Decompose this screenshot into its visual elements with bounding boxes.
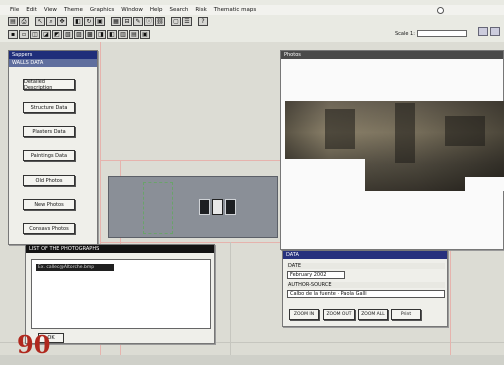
photo-marker-icon[interactable] [212, 199, 223, 215]
draw-tool-icon[interactable]: ✎ [133, 17, 143, 26]
photo-marker-icon[interactable] [199, 199, 210, 215]
layer5-icon[interactable]: ◩ [52, 30, 62, 39]
scale-label: Scale 1: [395, 30, 415, 37]
measure-tool-icon[interactable]: ⊟ [122, 17, 132, 26]
window-controls [478, 27, 500, 36]
list-tool-icon[interactable]: ☰ [182, 17, 192, 26]
save-icon[interactable]: ▤ [8, 17, 18, 26]
photos-titlebar[interactable]: Photos [281, 51, 503, 59]
layer1-icon[interactable]: ▪ [8, 30, 18, 39]
photo-listbox[interactable]: Ex. callec@Altorche.bmp [31, 259, 211, 329]
grid-tool-icon[interactable]: ▦ [111, 17, 121, 26]
pan-tool-icon[interactable]: ✥ [57, 17, 67, 26]
panel-title: Sappers [12, 52, 33, 58]
menu-view[interactable]: View [44, 7, 57, 13]
menu-risk[interactable]: Risk [195, 7, 206, 13]
pointer-tool-icon[interactable]: ↖ [35, 17, 45, 26]
detailed-description-button[interactable]: Detailed Description [23, 79, 75, 91]
zoom-out-button[interactable]: ZOOM OUT [323, 309, 355, 320]
page-number: 90 [17, 330, 51, 359]
print-icon[interactable]: ⎙ [19, 17, 29, 26]
mouse-pointer-icon [437, 7, 444, 14]
layer4-icon[interactable]: ◪ [41, 30, 51, 39]
secondary-toolbar: ▪ ▫ ◫ ◪ ◩ ▧ ▨ ▩ ◨ ◧ ▥ ▤ ▣ [8, 29, 150, 40]
data-title: DATA [286, 252, 299, 258]
date-label: DATE [287, 263, 445, 269]
new-photos-button[interactable]: New Photos [23, 199, 75, 210]
photo-list-window: LIST OF THE PHOTOGRAPHS Ex. callec@Altor… [25, 244, 215, 344]
list-title: LIST OF THE PHOTOGRAPHS [29, 246, 100, 252]
paintings-data-button[interactable]: Paintings Data [23, 150, 75, 161]
layer3-icon[interactable]: ◫ [30, 30, 40, 39]
zoom-in-button[interactable]: ZOOM IN [289, 309, 319, 320]
menu-edit[interactable]: Edit [26, 7, 37, 13]
link-tool-icon[interactable]: ⛓ [155, 17, 165, 26]
data-titlebar[interactable]: DATA [283, 251, 447, 259]
select-tool-icon[interactable]: ▣ [95, 17, 105, 26]
scale-input[interactable] [416, 30, 467, 37]
selected-room-outline[interactable] [143, 182, 173, 234]
building-plan[interactable] [108, 176, 278, 238]
plasters-data-button[interactable]: Plasters Data [23, 126, 75, 137]
photo-data-window: DATA DATE February 2002 AUTHOR-SOURCE Ca… [282, 250, 448, 327]
layer10-icon[interactable]: ◧ [107, 30, 117, 39]
author-field[interactable]: Calbo de la fuente · Paola Galli [287, 290, 445, 298]
menu-graphics[interactable]: Graphics [90, 7, 114, 13]
print-button[interactable]: Print [391, 309, 421, 320]
layer11-icon[interactable]: ▥ [118, 30, 128, 39]
layer7-icon[interactable]: ▨ [74, 30, 84, 39]
panel-titlebar[interactable]: Sappers [9, 51, 97, 59]
list-titlebar[interactable]: LIST OF THE PHOTOGRAPHS [26, 245, 214, 253]
main-toolbar: ▤ ⎙ ↖ ⌕ ✥ ◧ ↻ ▣ ▦ ⊟ ✎ ⓘ ⛓ ▢ ☰ ? [8, 16, 208, 27]
date-field[interactable]: February 2002 [287, 271, 345, 279]
rotate-tool-icon[interactable]: ↻ [84, 17, 94, 26]
menu-thematic-maps[interactable]: Thematic maps [214, 7, 257, 13]
layer13-icon[interactable]: ▣ [140, 30, 150, 39]
photo-marker-icon[interactable] [225, 199, 236, 215]
menu-window[interactable]: Window [121, 7, 143, 13]
walls-data-panel: Sappers WALLS DATA Detailed Description … [8, 50, 98, 245]
help-tool-icon[interactable]: ? [198, 17, 208, 26]
layer8-icon[interactable]: ▩ [85, 30, 95, 39]
layer9-icon[interactable]: ◨ [96, 30, 106, 39]
photos-window: Photos [280, 50, 504, 250]
info-tool-icon[interactable]: ⓘ [144, 17, 154, 26]
minimize-icon[interactable] [478, 27, 488, 36]
layer6-icon[interactable]: ▧ [63, 30, 73, 39]
layer2-icon[interactable]: ▫ [19, 30, 29, 39]
menu-theme[interactable]: Theme [64, 7, 83, 13]
structure-data-button[interactable]: Structure Data [23, 102, 75, 113]
list-item[interactable]: Ex. callec@Altorche.bmp [36, 264, 114, 271]
maximize-icon[interactable] [490, 27, 500, 36]
status-bar [0, 355, 504, 365]
zoom-all-button[interactable]: ZOOM ALL [358, 309, 388, 320]
scale-control: Scale 1: [395, 30, 467, 37]
wall-photo [285, 101, 504, 191]
old-photos-button[interactable]: Old Photos [23, 175, 75, 186]
window-tool-icon[interactable]: ▢ [171, 17, 181, 26]
layer12-icon[interactable]: ▤ [129, 30, 139, 39]
layer-tool-icon[interactable]: ◧ [73, 17, 83, 26]
consavs-photos-button[interactable]: Consavs Photos [23, 223, 75, 234]
menu-help[interactable]: Help [150, 7, 163, 13]
photos-title: Photos [284, 52, 301, 58]
author-label: AUTHOR-SOURCE [287, 282, 445, 288]
plan-markers [199, 199, 236, 215]
zoom-tool-icon[interactable]: ⌕ [46, 17, 56, 26]
panel-subtitle: WALLS DATA [9, 59, 97, 67]
menu-bar: File Edit View Theme Graphics Window Hel… [0, 5, 504, 15]
menu-file[interactable]: File [10, 7, 19, 13]
menu-search[interactable]: Search [169, 7, 188, 13]
